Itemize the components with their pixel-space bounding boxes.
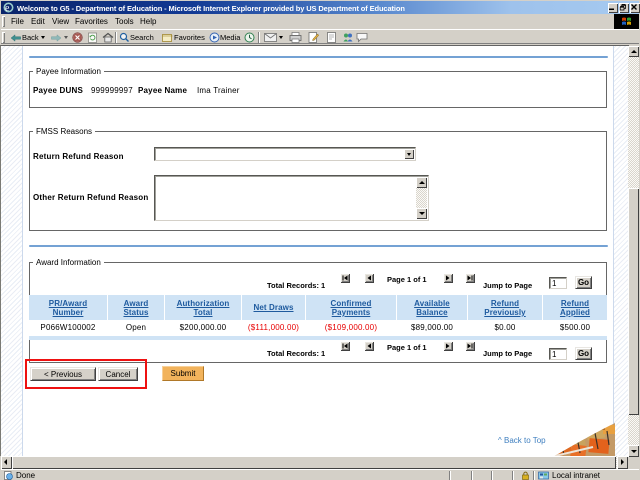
svg-text:e: e — [5, 3, 10, 13]
